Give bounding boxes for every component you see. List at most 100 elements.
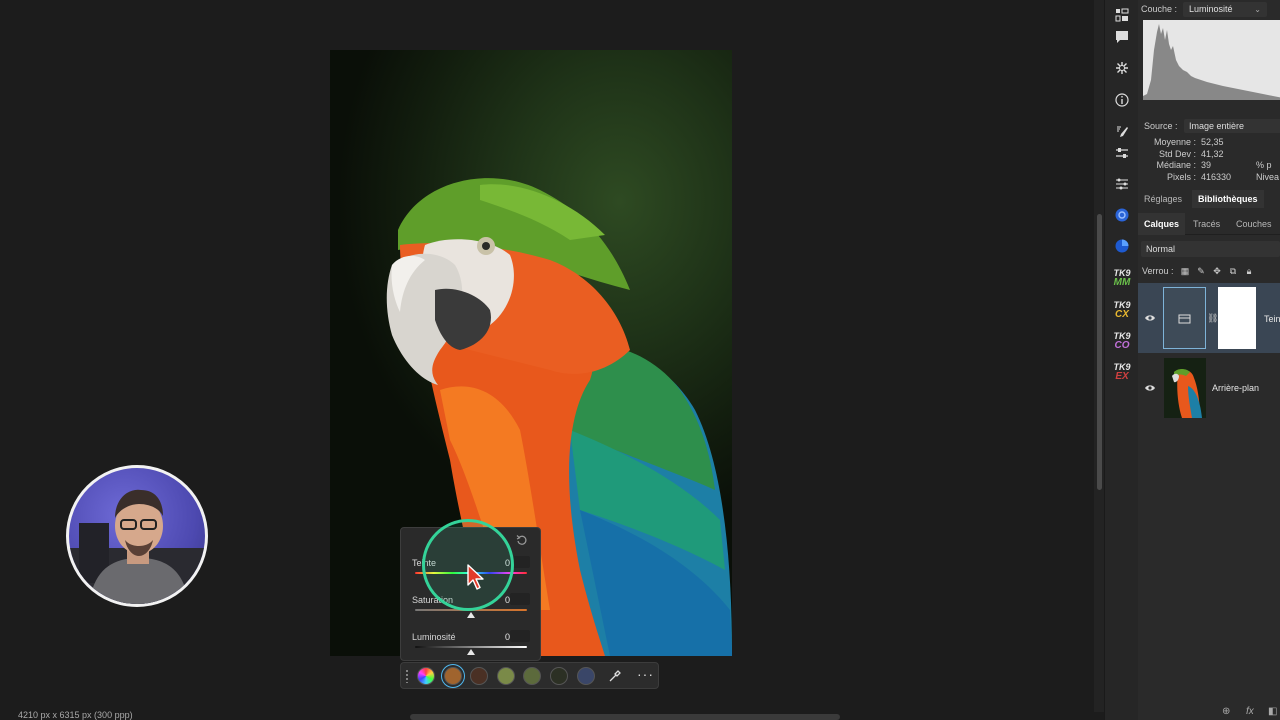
lightness-control: Luminosité 0 [412, 630, 532, 662]
background-layer-thumbnail[interactable] [1164, 358, 1206, 418]
canvas-vertical-scrollbar[interactable] [1094, 0, 1104, 712]
lock-transparency-icon[interactable]: ▦ [1180, 266, 1190, 276]
hue-value-field-bg[interactable] [510, 556, 530, 568]
layer-row[interactable]: ⛓ Teinte [1138, 283, 1280, 353]
stat-percentile-label: % p [1256, 160, 1272, 170]
presenter-video [69, 489, 205, 604]
hue-saturation-icon [1178, 314, 1191, 324]
tab-traces[interactable]: Tracés [1187, 213, 1226, 235]
color-wheel-icon[interactable] [417, 667, 435, 685]
saturation-control: Saturation 0 [412, 593, 532, 625]
color-swatch-toolbar: ··· [400, 662, 659, 689]
swatch-1[interactable] [444, 667, 462, 685]
swatch-2[interactable] [470, 667, 488, 685]
lightness-label: Luminosité [412, 632, 456, 642]
properties-icon[interactable] [1114, 7, 1130, 23]
link-layers-icon[interactable]: ⊕ [1222, 706, 1230, 717]
lightness-value-field-bg[interactable] [510, 630, 530, 642]
more-options-button[interactable]: ··· [637, 667, 654, 681]
photoshop-window: 4210 px x 6315 px (300 ppp) Teinte 0 Sat… [0, 0, 1280, 720]
hue-slider-track[interactable] [415, 572, 527, 574]
webcam-overlay [66, 465, 208, 607]
hue-saturation-popover: Teinte 0 Saturation 0 Luminosité 0 [400, 527, 541, 661]
lightness-slider-thumb[interactable] [467, 649, 475, 655]
hue-slider-thumb[interactable] [467, 575, 475, 581]
lock-all-icon[interactable]: 🔒︎ [1244, 266, 1254, 276]
parrot-thumbnail [1172, 369, 1202, 418]
reset-icon[interactable] [516, 534, 528, 546]
info-icon[interactable] [1114, 92, 1130, 108]
drag-handle-icon[interactable] [405, 669, 409, 683]
asterisk-icon[interactable] [1114, 60, 1130, 76]
hue-value[interactable]: 0 [505, 558, 510, 568]
brush-settings-icon[interactable] [1114, 124, 1130, 140]
lock-pixels-icon[interactable]: ✎ [1196, 266, 1206, 276]
saturation-slider-track[interactable] [415, 609, 527, 611]
tab-calques[interactable]: Calques [1138, 213, 1186, 235]
panel-tool-strip: TK9 MM TK9 CX TK9 CO TK9 EX [1104, 0, 1138, 720]
tk9-cx-plugin-icon[interactable]: TK9 CX [1112, 300, 1132, 324]
eyedropper-icon[interactable] [608, 669, 622, 683]
layer-name[interactable]: Teinte [1264, 314, 1280, 324]
channel-label: Couche : [1141, 4, 1178, 14]
document-info[interactable]: 4210 px x 6315 px (300 ppp) [0, 710, 400, 720]
canvas-area[interactable]: 4210 px x 6315 px (300 ppp) [0, 0, 1104, 720]
swatch-5[interactable] [550, 667, 568, 685]
chevron-down-icon: ⌄ [1254, 5, 1261, 14]
hue-label: Teinte [412, 558, 437, 568]
tk9-co-plugin-icon[interactable]: TK9 CO [1112, 331, 1132, 355]
lock-artboard-icon[interactable]: ⧉ [1228, 266, 1238, 276]
top-panel-tabs: Réglages Bibliothèques [1138, 190, 1280, 208]
lightness-value[interactable]: 0 [505, 632, 510, 642]
source-label: Source : [1144, 121, 1178, 131]
tab-bibliotheques[interactable]: Bibliothèques [1192, 190, 1264, 208]
adjustment-layer-thumbnail[interactable] [1163, 287, 1206, 349]
chain-link-icon[interactable]: ⛓ [1207, 313, 1218, 324]
histogram [1143, 20, 1280, 100]
right-panel: Couche : Luminosité ⌄ Source : Image ent… [1138, 0, 1280, 720]
scrollbar-thumb[interactable] [1097, 214, 1102, 490]
plugin-blue-circle-icon[interactable] [1114, 207, 1130, 223]
layers-panel-footer: ⊕ fx ◧ [1138, 706, 1280, 720]
adjustments-icon[interactable] [1114, 145, 1130, 161]
histogram-stats-right: % p Nivea [1256, 160, 1279, 183]
lightness-slider-track[interactable] [415, 646, 527, 648]
layer-name[interactable]: Arrière-plan [1212, 383, 1259, 393]
layers-panel-tabs: Calques Tracés Couches [1138, 213, 1280, 235]
add-mask-icon[interactable]: ◧ [1268, 706, 1277, 717]
channel-select-value: Luminosité [1189, 4, 1233, 14]
stat-row: Pixels :416330 [1166, 171, 1232, 182]
lock-position-icon[interactable]: ✥ [1212, 266, 1222, 276]
tab-reglages[interactable]: Réglages [1138, 190, 1188, 208]
stat-row: Moyenne :52,35 [1153, 137, 1224, 147]
blend-mode-select[interactable]: Normal [1141, 241, 1280, 257]
swatch-3[interactable] [497, 667, 515, 685]
sliders-icon[interactable] [1114, 176, 1130, 192]
stat-row: Std Dev :41,32 [1158, 148, 1224, 159]
swatch-4[interactable] [523, 667, 541, 685]
stat-level-label: Nivea [1256, 171, 1280, 182]
hue-control: Teinte 0 [412, 556, 532, 588]
histogram-graph [1143, 24, 1280, 100]
saturation-slider-thumb[interactable] [467, 612, 475, 618]
layer-row[interactable]: Arrière-plan [1138, 353, 1280, 423]
saturation-value-field-bg[interactable] [510, 593, 530, 605]
lock-options: ▦ ✎ ✥ ⧉ 🔒︎ [1180, 266, 1260, 278]
comment-icon[interactable] [1114, 29, 1130, 45]
histogram-stats: Moyenne :52,35 Std Dev :41,32 Médiane :3… [1142, 137, 1231, 183]
visibility-eye-icon[interactable] [1145, 314, 1155, 322]
source-select[interactable]: Image entière [1184, 119, 1280, 133]
tab-couches[interactable]: Couches [1230, 213, 1278, 235]
tk9-mm-plugin-icon[interactable]: TK9 MM [1112, 268, 1132, 292]
canvas-horizontal-scrollbar[interactable] [410, 714, 840, 720]
saturation-label: Saturation [412, 595, 454, 605]
tk9-ex-plugin-icon[interactable]: TK9 EX [1112, 362, 1132, 386]
layer-mask-thumbnail[interactable] [1218, 287, 1256, 349]
swatch-6[interactable] [577, 667, 595, 685]
fx-icon[interactable]: fx [1246, 706, 1254, 717]
visibility-eye-icon[interactable] [1145, 384, 1155, 392]
plugin-blue-pie-icon[interactable] [1114, 238, 1130, 254]
saturation-value[interactable]: 0 [505, 595, 510, 605]
channel-select[interactable]: Luminosité ⌄ [1183, 2, 1267, 17]
stat-row: Médiane :39 [1156, 160, 1212, 170]
